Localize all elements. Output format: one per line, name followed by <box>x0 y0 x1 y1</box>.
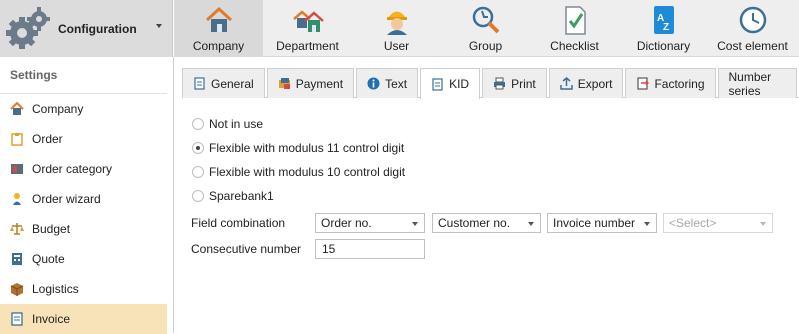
house-icon <box>10 102 24 115</box>
toolbar-group[interactable]: Group <box>441 0 530 57</box>
tab-kid[interactable]: KID <box>420 68 481 99</box>
consecutive-number-label: Consecutive number <box>191 242 302 256</box>
field-combination-label: Field combination <box>191 216 286 230</box>
option-modulus-10[interactable]: Flexible with modulus 10 control digit <box>192 165 405 179</box>
chevron-down-icon <box>644 222 650 226</box>
box-icon <box>10 283 24 296</box>
configuration-title: Configuration <box>58 21 137 36</box>
chevron-down-icon <box>412 222 418 226</box>
tab-general[interactable]: General <box>182 68 265 98</box>
chevron-down-icon <box>528 222 534 226</box>
radio-button[interactable] <box>192 190 204 202</box>
top-toolbar: Company Department User Group Checklist … <box>174 0 799 57</box>
sidebar-item-order-wizard[interactable]: Order wizard <box>0 184 167 214</box>
radio-button[interactable] <box>192 118 204 130</box>
tab-payment[interactable]: Payment <box>266 68 355 98</box>
calculator-icon <box>12 253 22 265</box>
option-modulus-11[interactable]: Flexible with modulus 11 control digit <box>192 141 404 155</box>
gears-icon <box>6 6 50 51</box>
checklist-icon <box>564 6 586 35</box>
invoice-icon <box>11 312 23 326</box>
sidebar-item-company[interactable]: Company <box>0 94 167 124</box>
tab-number-series[interactable]: Number series <box>717 68 797 98</box>
sidebar-item-invoice[interactable]: Invoice <box>0 304 167 334</box>
info-icon <box>367 77 380 90</box>
settings-sidebar: Settings Company Order Order category Or… <box>0 57 174 334</box>
clipboard-icon <box>11 133 23 146</box>
svg-text:Z: Z <box>663 22 669 33</box>
printer-icon <box>494 77 506 90</box>
category-book-icon <box>11 164 23 174</box>
factoring-icon <box>637 77 650 90</box>
clock-icon <box>739 6 766 34</box>
tab-factoring[interactable]: Factoring <box>625 68 716 98</box>
sidebar-item-order-category[interactable]: Order category <box>0 154 167 184</box>
worker-icon <box>386 11 407 35</box>
tab-text[interactable]: Text <box>356 68 419 98</box>
radio-button[interactable] <box>192 166 204 178</box>
scales-icon <box>10 223 24 235</box>
toolbar-user[interactable]: User <box>352 0 441 57</box>
wizard-icon <box>13 193 21 205</box>
group-tools-icon <box>472 6 499 34</box>
chevron-down-icon <box>156 24 162 28</box>
document-icon <box>432 77 443 91</box>
houses-icon <box>292 10 324 32</box>
tab-print[interactable]: Print <box>482 68 547 98</box>
export-icon <box>560 77 573 90</box>
sidebar-item-logistics[interactable]: Logistics <box>0 274 167 304</box>
house-icon <box>205 6 232 32</box>
sidebar-heading: Settings <box>0 57 167 94</box>
radio-button-selected[interactable] <box>192 142 204 154</box>
tab-strip: General Payment Text KID Print Export Fa… <box>182 68 799 99</box>
field-combination-select-1[interactable]: Order no. <box>315 213 425 233</box>
option-not-in-use[interactable]: Not in use <box>192 117 263 131</box>
field-combination-select-3[interactable]: Invoice number <box>547 213 657 233</box>
sidebar-item-budget[interactable]: Budget <box>0 214 167 244</box>
chevron-down-icon <box>760 222 766 226</box>
document-icon <box>194 77 205 90</box>
dictionary-icon: A Z <box>653 6 674 34</box>
tab-export[interactable]: Export <box>548 68 624 98</box>
configuration-menu[interactable]: Configuration <box>0 0 173 57</box>
sidebar-item-order[interactable]: Order <box>0 124 167 154</box>
option-sparebank1[interactable]: Sparebank1 <box>192 189 274 203</box>
toolbar-company[interactable]: Company <box>174 0 263 57</box>
toolbar-cost-element[interactable]: Cost element <box>708 0 797 57</box>
toolbar-dictionary[interactable]: A Z Dictionary <box>619 0 708 57</box>
toolbar-department[interactable]: Department <box>263 0 352 57</box>
toolbar-checklist[interactable]: Checklist <box>530 0 619 57</box>
sidebar-item-quote[interactable]: Quote <box>0 244 167 274</box>
field-combination-select-2[interactable]: Customer no. <box>432 213 541 233</box>
consecutive-number-input[interactable]: 15 <box>315 239 425 259</box>
field-combination-select-4: <Select> <box>663 213 773 233</box>
payment-icon <box>278 78 290 89</box>
